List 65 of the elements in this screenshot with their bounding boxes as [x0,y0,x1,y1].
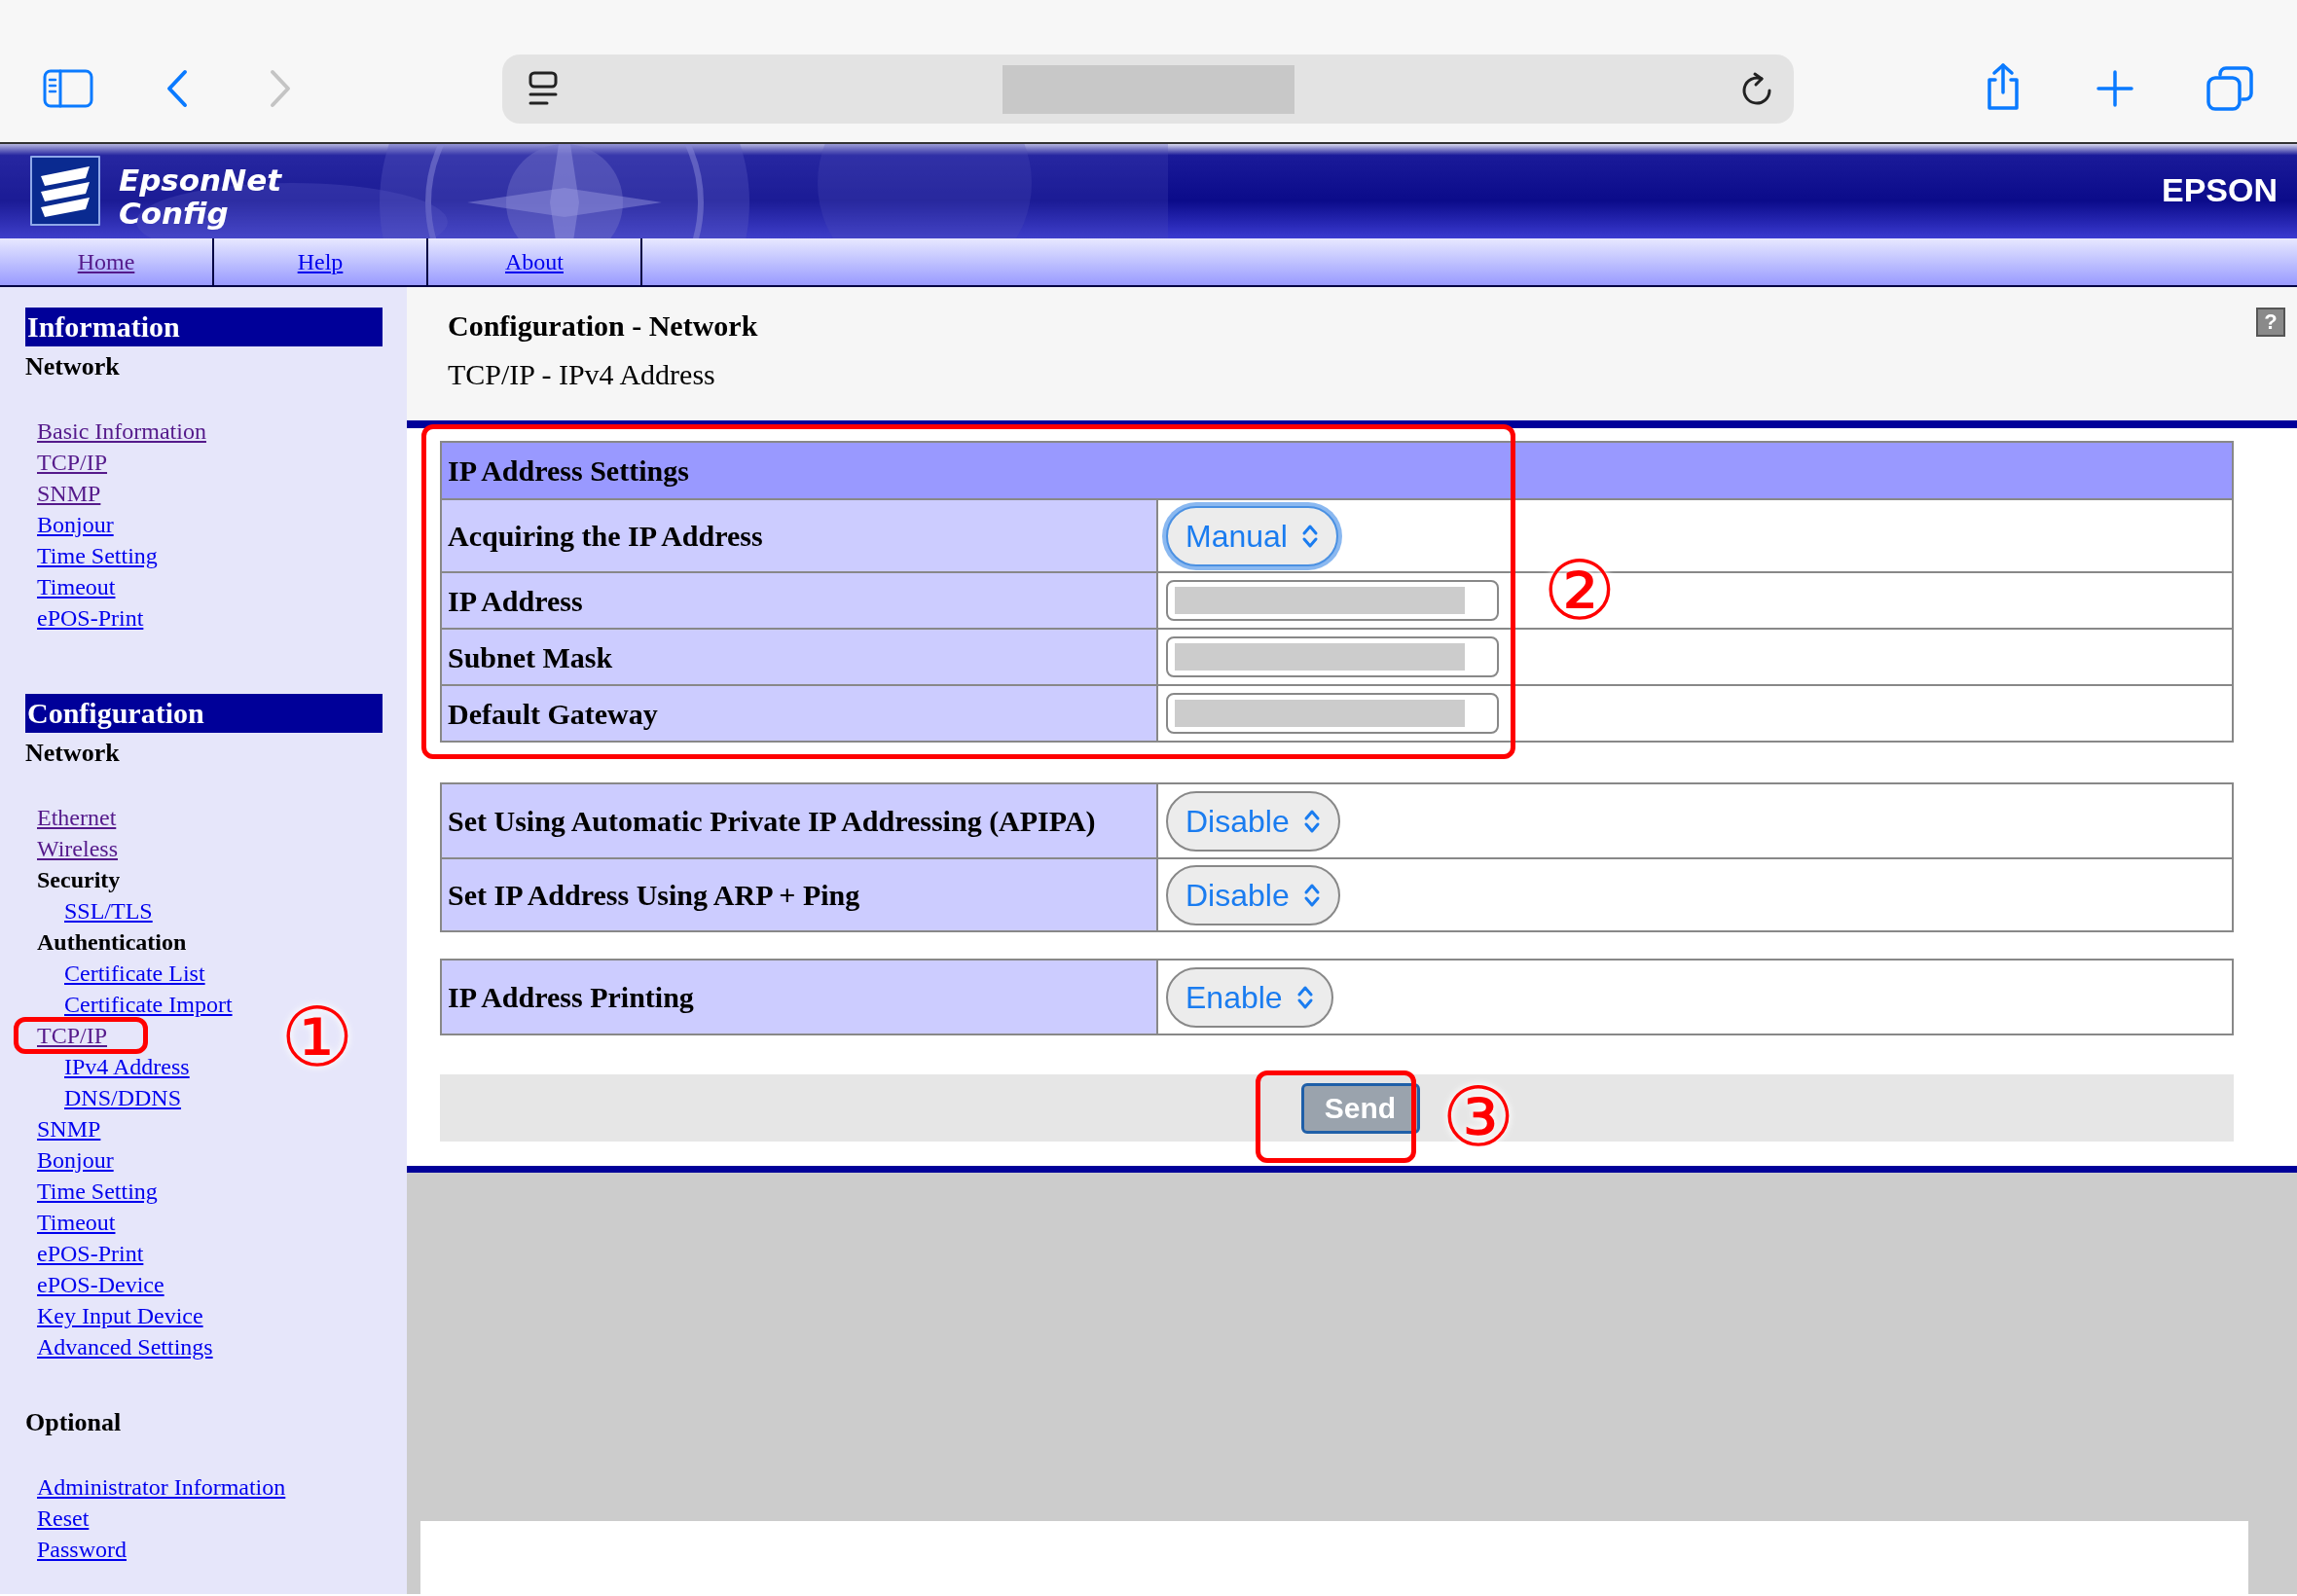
logo-text: Config [119,197,229,230]
sidebar-subheading: Security [37,866,121,894]
reader-icon[interactable] [528,70,559,107]
row-label: IP Address [442,573,1158,628]
sidebar-link[interactable]: TCP/IP [37,1020,108,1051]
sidebar-link[interactable]: Basic Information [37,416,206,447]
row-label: Set Using Automatic Private IP Addressing (APIPA) [442,784,1158,857]
row-label: Subnet Mask [442,630,1158,684]
row-label: Acquiring the IP Address [442,500,1158,571]
page-subtitle: TCP/IP - IPv4 Address [448,357,715,392]
callout-number: ② [1542,544,1618,637]
sidebar-icon[interactable] [43,69,93,108]
nav-link[interactable]: Help [297,244,344,279]
sidebar-link[interactable]: SSL/TLS [64,895,153,926]
nav-link[interactable]: About [505,244,564,279]
sidebar-link[interactable]: Time Setting [37,540,158,571]
section-header: Information [25,308,383,346]
plus-icon[interactable] [2096,70,2133,107]
page-title: Configuration - Network [448,308,758,344]
row-label: IP Address Printing [442,961,1158,1034]
sidebar-link[interactable]: Certificate Import [64,989,233,1020]
sidebar-link[interactable]: IPv4 Address [64,1051,190,1082]
callout-number: ① [279,991,355,1084]
sidebar-link[interactable]: Bonjour [37,1144,114,1176]
chevron-icon [1295,984,1314,1010]
sidebar-link[interactable]: ePOS-Print [37,1238,144,1269]
sidebar-link[interactable]: Password [37,1534,127,1565]
sidebar-link[interactable]: Wireless [37,833,118,864]
sidebar-link[interactable]: Bonjour [37,509,114,540]
sidebar-link[interactable]: DNS/DDNS [64,1082,182,1113]
sidebar-link[interactable]: Reset [37,1503,90,1534]
sidebar-link[interactable]: Administrator Information [37,1471,286,1503]
sidebar-link[interactable]: Certificate List [64,958,205,989]
logo-text: EpsonNet [119,163,281,197]
section-heading: Network [25,738,121,769]
sidebar-link[interactable]: Advanced Settings [37,1331,213,1362]
sidebar-link[interactable]: SNMP [37,478,101,509]
section-heading: Network [25,351,121,382]
tabs-icon[interactable] [2206,66,2253,111]
chevron-icon [1302,808,1321,834]
sidebar-link[interactable]: Timeout [37,1207,116,1238]
sidebar-link[interactable]: Timeout [37,571,116,602]
logo-icon[interactable] [29,155,101,227]
input-field[interactable] [1166,693,1499,734]
sidebar-link[interactable]: ePOS-Print [37,602,144,634]
nav-link[interactable]: Home [77,244,135,279]
back-icon[interactable] [165,69,189,108]
chevron-icon [1300,523,1319,549]
table-header: IP Address Settings [442,443,2232,498]
sidebar-link[interactable]: Time Setting [37,1176,158,1207]
callout-number: ③ [1440,1070,1516,1164]
brand-logo: EPSON [2161,170,2278,210]
row-label: Set IP Address Using ARP + Ping [442,859,1158,930]
input-field[interactable] [1166,636,1499,677]
chevron-icon [1302,882,1321,908]
sidebar-link[interactable]: SNMP [37,1113,101,1144]
sidebar-link[interactable]: Ethernet [37,802,117,833]
sidebar-link[interactable]: TCP/IP [37,447,108,478]
input-field[interactable] [1166,580,1499,621]
sidebar-link[interactable]: Key Input Device [37,1300,203,1331]
sidebar-link[interactable]: ePOS-Device [37,1269,164,1300]
section-header: Configuration [25,694,383,733]
section-heading: Optional [25,1407,123,1438]
row-label: Default Gateway [442,686,1158,741]
sidebar-subheading: Authentication [37,928,187,957]
